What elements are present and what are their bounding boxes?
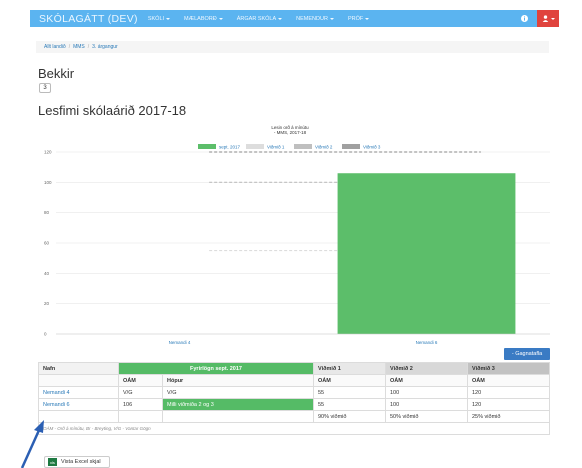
y-tick-label: 80	[44, 210, 50, 215]
column-header: Nafn	[38, 362, 119, 375]
export-excel-label: Vista Excel skjal	[61, 459, 101, 465]
table-row: Nemandi 4 V/G V/G 55 100 120	[38, 386, 550, 399]
chevron-down-icon	[365, 17, 370, 20]
breadcrumb-item-mms[interactable]: MMS	[73, 44, 85, 50]
legend-swatch	[198, 144, 216, 149]
nav-right	[515, 10, 559, 27]
student-link[interactable]: Nemandi 6	[43, 402, 70, 408]
nav-menu: SKÓLI MÆLABORÐ ÁRGAR SKÓLA NEMENDUR PRÓF	[148, 16, 383, 22]
chevron-down-icon	[278, 17, 283, 20]
annotation-arrow	[20, 420, 44, 468]
table-cell: 106	[118, 398, 163, 411]
table-cell: 90% viðmið	[313, 410, 386, 423]
table-cell: 120	[467, 398, 550, 411]
info-icon	[520, 15, 528, 22]
legend-label: sept. 2017	[219, 145, 241, 150]
table-legend-row: OÁM - Orð á mínútu, Br - Breyting, V/G -…	[38, 422, 550, 435]
breadcrumb-item-allt-landid[interactable]: Allt landið	[44, 44, 66, 50]
table-cell	[118, 410, 163, 423]
table-cell-name: Nemandi 6	[38, 398, 119, 411]
chart-subtitle: - MMS, 2017-18	[274, 130, 307, 135]
chevron-down-icon	[166, 17, 171, 20]
y-tick-label: 0	[44, 332, 47, 337]
breadcrumb-separator: /	[68, 44, 71, 50]
table-legend: OÁM - Orð á mínútu, Br - Breyting, V/G -…	[38, 422, 550, 435]
user-icon	[542, 15, 548, 22]
nav-item-argar-skola[interactable]: ÁRGAR SKÓLA	[237, 16, 283, 22]
y-tick-label: 60	[44, 241, 50, 246]
column-subheader	[38, 374, 119, 387]
help-button[interactable]	[515, 10, 533, 27]
table-cell: V/G	[118, 386, 163, 399]
bar	[337, 173, 516, 334]
breadcrumb-item-argangur[interactable]: 3. árgangur	[92, 44, 118, 50]
table-cell: 100	[385, 386, 468, 399]
section-title: Bekkir	[38, 66, 75, 81]
nav-item-skoli[interactable]: SKÓLI	[148, 16, 171, 22]
table-cell: 120	[467, 386, 550, 399]
breadcrumb-separator: /	[87, 44, 90, 50]
column-subheader: Hópur	[162, 374, 314, 387]
y-tick-label: 100	[44, 180, 52, 185]
table-cell-group-highlight: Milli viðmiða 2 og 3	[162, 398, 314, 411]
legend-label: Viðmið 2	[315, 144, 333, 150]
top-navbar: SKÓLAGÁTT (DEV) SKÓLI MÆLABORÐ ÁRGAR SKÓ…	[30, 10, 559, 27]
column-header: Viðmið 2	[385, 362, 468, 375]
legend-swatch	[294, 144, 312, 149]
table-row: Nemandi 6 106 Milli viðmiða 2 og 3 55 10…	[38, 398, 550, 411]
reading-chart: Lesin orð á mínútu- MMS, 2017-18sept. 20…	[44, 124, 550, 345]
table-header-row: Nafn Fyrirlögn sept. 2017 Viðmið 1 Viðmi…	[38, 362, 550, 375]
legend-swatch	[246, 144, 264, 149]
table-cell: 55	[313, 398, 386, 411]
table-cell: 100	[385, 398, 468, 411]
column-header: Viðmið 3	[467, 362, 550, 375]
user-menu-button[interactable]	[537, 10, 559, 27]
nav-item-maelabord[interactable]: MÆLABORÐ	[184, 16, 223, 22]
column-subheader: OÁM	[118, 374, 163, 387]
column-header: Viðmið 1	[313, 362, 386, 375]
legend-label: Viðmið 1	[267, 144, 285, 150]
class-selector[interactable]: 3	[39, 83, 51, 93]
table-cell: V/G	[162, 386, 314, 399]
page-title: Lesfimi skólaárið 2017-18	[38, 103, 187, 118]
legend-label: Viðmið 3	[363, 144, 381, 150]
y-tick-label: 40	[44, 271, 50, 276]
column-subheader: OÁM	[467, 374, 550, 387]
legend-swatch	[342, 144, 360, 149]
breadcrumb: Allt landið / MMS / 3. árgangur	[36, 41, 549, 53]
app-brand[interactable]: SKÓLAGÁTT (DEV)	[39, 13, 138, 25]
column-subheader: OÁM	[313, 374, 386, 387]
table-cell	[162, 410, 314, 423]
chevron-down-icon	[550, 17, 555, 20]
data-table-toggle-button[interactable]: - Gagnatafla	[504, 348, 550, 360]
nav-item-nemendur[interactable]: NEMENDUR	[296, 16, 334, 22]
y-tick-label: 20	[44, 301, 50, 306]
table-percent-row: 90% viðmið 50% viðmið 25% viðmið	[38, 410, 550, 423]
table-cell: 25% viðmið	[467, 410, 550, 423]
chevron-down-icon	[329, 17, 334, 20]
column-header: Fyrirlögn sept. 2017	[118, 362, 314, 375]
nav-item-prof[interactable]: PRÓF	[348, 16, 370, 22]
table-cell: 50% viðmið	[385, 410, 468, 423]
y-tick-label: 120	[44, 150, 52, 155]
table-cell: 55	[313, 386, 386, 399]
table-subheader-row: OÁM Hópur OÁM OÁM OÁM	[38, 374, 550, 387]
x-tick-label: Nemandi 4	[169, 340, 191, 345]
table-cell-name: Nemandi 4	[38, 386, 119, 399]
chevron-down-icon	[218, 17, 223, 20]
student-link[interactable]: Nemandi 4	[43, 390, 70, 396]
x-tick-label: Nemandi 6	[416, 340, 438, 345]
data-table: Nafn Fyrirlögn sept. 2017 Viðmið 1 Viðmi…	[38, 362, 550, 435]
column-subheader: OÁM	[385, 374, 468, 387]
